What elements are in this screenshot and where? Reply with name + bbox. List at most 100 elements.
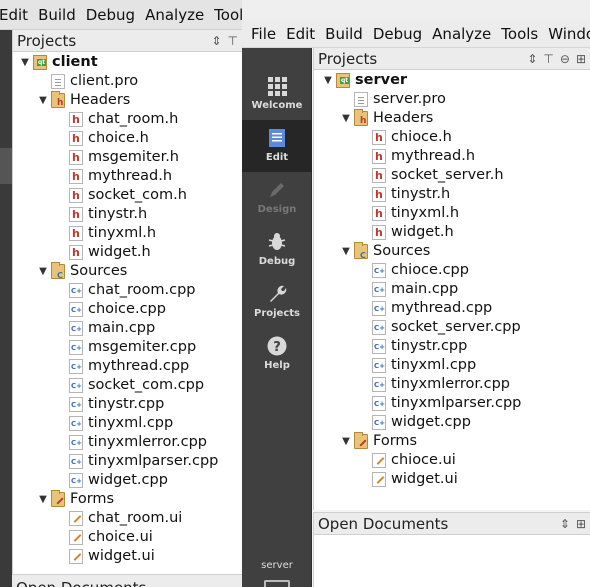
tree-item[interactable]: main.cpp — [314, 280, 590, 300]
mode-design[interactable]: Design — [242, 172, 312, 224]
cpp-file-icon — [69, 434, 83, 453]
header-file-icon — [69, 129, 83, 148]
menu-window[interactable]: Window — [543, 20, 590, 47]
tree-item[interactable]: ▼ Sources — [314, 242, 590, 265]
tree-item[interactable]: ▼ Headers — [13, 91, 242, 113]
tree-item[interactable]: chat_room.ui — [13, 509, 242, 528]
tree-item[interactable]: ▼ client — [13, 53, 242, 72]
tree-item[interactable]: widget.cpp — [314, 413, 590, 433]
mode-debug[interactable]: Debug — [242, 224, 312, 276]
tree-item[interactable]: tinyxml.h — [13, 224, 242, 243]
tree-item[interactable]: widget.ui — [13, 547, 242, 566]
tree-item[interactable]: choice.cpp — [13, 300, 242, 320]
tree-item[interactable]: mythread.h — [314, 147, 590, 166]
tree-item[interactable]: widget.ui — [314, 470, 590, 489]
menu-tools[interactable]: Tools — [209, 0, 242, 29]
client-projects-panel: Projects ⇕ ⊤ ▼ client client.pro ▼ Headers ch… — [12, 30, 242, 587]
open-documents-title: Open Documents — [16, 579, 146, 587]
tree-item[interactable]: socket_server.cpp — [314, 318, 590, 338]
mode-projects[interactable]: Projects — [242, 276, 312, 328]
expand-arrow-icon[interactable]: ▼ — [37, 490, 49, 509]
cpp-file-icon — [69, 472, 83, 491]
tree-item[interactable]: tinystr.cpp — [314, 337, 590, 357]
tree-item[interactable]: server.pro — [314, 90, 590, 109]
expand-arrow-icon[interactable]: ▼ — [340, 109, 352, 128]
expand-arrow-icon[interactable]: ▼ — [340, 432, 352, 451]
sources-folder-icon — [51, 262, 65, 285]
tree-item[interactable]: socket_com.h — [13, 186, 242, 205]
sort-arrows-icon[interactable]: ⇕ — [560, 517, 570, 531]
menu-analyze[interactable]: Analyze — [427, 20, 496, 47]
tree-item[interactable]: chioce.h — [314, 128, 590, 147]
sort-arrows-icon[interactable]: ⇕ — [527, 52, 537, 66]
split-icon[interactable]: ⊞ — [576, 52, 586, 66]
mode-label: Projects — [253, 308, 300, 319]
tree-item[interactable]: socket_com.cpp — [13, 376, 242, 396]
expand-arrow-icon[interactable]: ▼ — [19, 53, 31, 72]
expand-arrow-icon[interactable]: ▼ — [37, 262, 49, 281]
mode-edit[interactable]: Edit — [242, 120, 312, 172]
menu-tools[interactable]: Tools — [496, 20, 543, 47]
tree-item[interactable]: main.cpp — [13, 319, 242, 339]
sort-arrows-icon[interactable]: ⇕ — [211, 34, 221, 48]
menu-debug[interactable]: Debug — [368, 20, 427, 47]
tree-item[interactable]: tinyxml.cpp — [314, 356, 590, 376]
tree-item-label: Forms — [373, 433, 418, 449]
menu-build[interactable]: Build — [33, 0, 81, 29]
menu-edit[interactable]: Edit — [281, 20, 320, 47]
split-icon[interactable]: ⊞ — [576, 517, 586, 531]
tree-item[interactable]: ▼ Forms — [314, 432, 590, 451]
expand-arrow-icon[interactable]: ▼ — [37, 91, 49, 110]
tree-item[interactable]: chat_room.cpp — [13, 281, 242, 301]
tree-item[interactable]: ▼ Headers — [314, 109, 590, 131]
mode-help[interactable]: ? Help — [242, 328, 312, 380]
monitor-icon[interactable] — [264, 580, 290, 587]
tree-item[interactable]: tinystr.cpp — [13, 395, 242, 415]
tree-item[interactable]: mythread.cpp — [13, 357, 242, 377]
tree-item[interactable]: ▼ server — [314, 71, 590, 90]
tree-item[interactable]: mythread.h — [13, 167, 242, 186]
tree-item[interactable]: widget.h — [13, 243, 242, 262]
tree-item-label: widget.cpp — [88, 472, 168, 488]
tree-item[interactable]: msgemiter.cpp — [13, 338, 242, 358]
menu-edit[interactable]: Edit — [0, 0, 33, 29]
cpp-file-icon — [69, 320, 83, 339]
filter-icon[interactable]: ⊤ — [228, 34, 238, 48]
tree-item[interactable]: tinyxmlerror.cpp — [314, 375, 590, 395]
tree-item[interactable]: socket_server.h — [314, 166, 590, 185]
tree-item[interactable]: tinystr.h — [13, 205, 242, 224]
tree-item[interactable]: widget.h — [314, 223, 590, 242]
tree-item[interactable]: choice.ui — [13, 528, 242, 547]
expand-arrow-icon[interactable]: ▼ — [322, 71, 334, 90]
tree-item[interactable]: mythread.cpp — [314, 299, 590, 319]
mode-label: Debug — [258, 256, 296, 267]
tree-item[interactable]: ▼ Sources — [13, 262, 242, 285]
mode-welcome[interactable]: Welcome — [242, 68, 312, 120]
tree-item[interactable]: choice.h — [13, 129, 242, 148]
tree-item[interactable]: chioce.ui — [314, 451, 590, 470]
tree-item[interactable]: client.pro — [13, 72, 242, 91]
tree-item[interactable]: chat_room.h — [13, 110, 242, 129]
tree-item[interactable]: tinyxmlparser.cpp — [314, 394, 590, 414]
target-selector-label[interactable]: server — [242, 560, 312, 571]
tree-item[interactable]: widget.cpp — [13, 471, 242, 491]
menu-file[interactable]: File — [246, 20, 281, 47]
tree-item[interactable]: msgemiter.h — [13, 148, 242, 167]
menu-build[interactable]: Build — [320, 20, 368, 47]
tree-item[interactable]: tinystr.h — [314, 185, 590, 204]
bug-icon — [268, 233, 286, 250]
tree-item[interactable]: chioce.cpp — [314, 261, 590, 281]
tree-item[interactable]: tinyxmlparser.cpp — [13, 452, 242, 472]
link-icon[interactable]: ⊖ — [560, 52, 570, 66]
menu-analyze[interactable]: Analyze — [140, 0, 209, 29]
server-open-documents-panel: Open Documents ⇕ ⊞ — [313, 512, 590, 587]
ui-form-file-icon — [372, 453, 386, 468]
tree-item[interactable]: tinyxmlerror.cpp — [13, 433, 242, 453]
tree-item[interactable]: tinyxml.h — [314, 204, 590, 223]
tree-item-label: Headers — [373, 110, 434, 126]
tree-item[interactable]: ▼ Forms — [13, 490, 242, 509]
expand-arrow-icon[interactable]: ▼ — [340, 242, 352, 261]
tree-item[interactable]: tinyxml.cpp — [13, 414, 242, 434]
menu-debug[interactable]: Debug — [81, 0, 140, 29]
filter-icon[interactable]: ⊤ — [543, 52, 553, 66]
